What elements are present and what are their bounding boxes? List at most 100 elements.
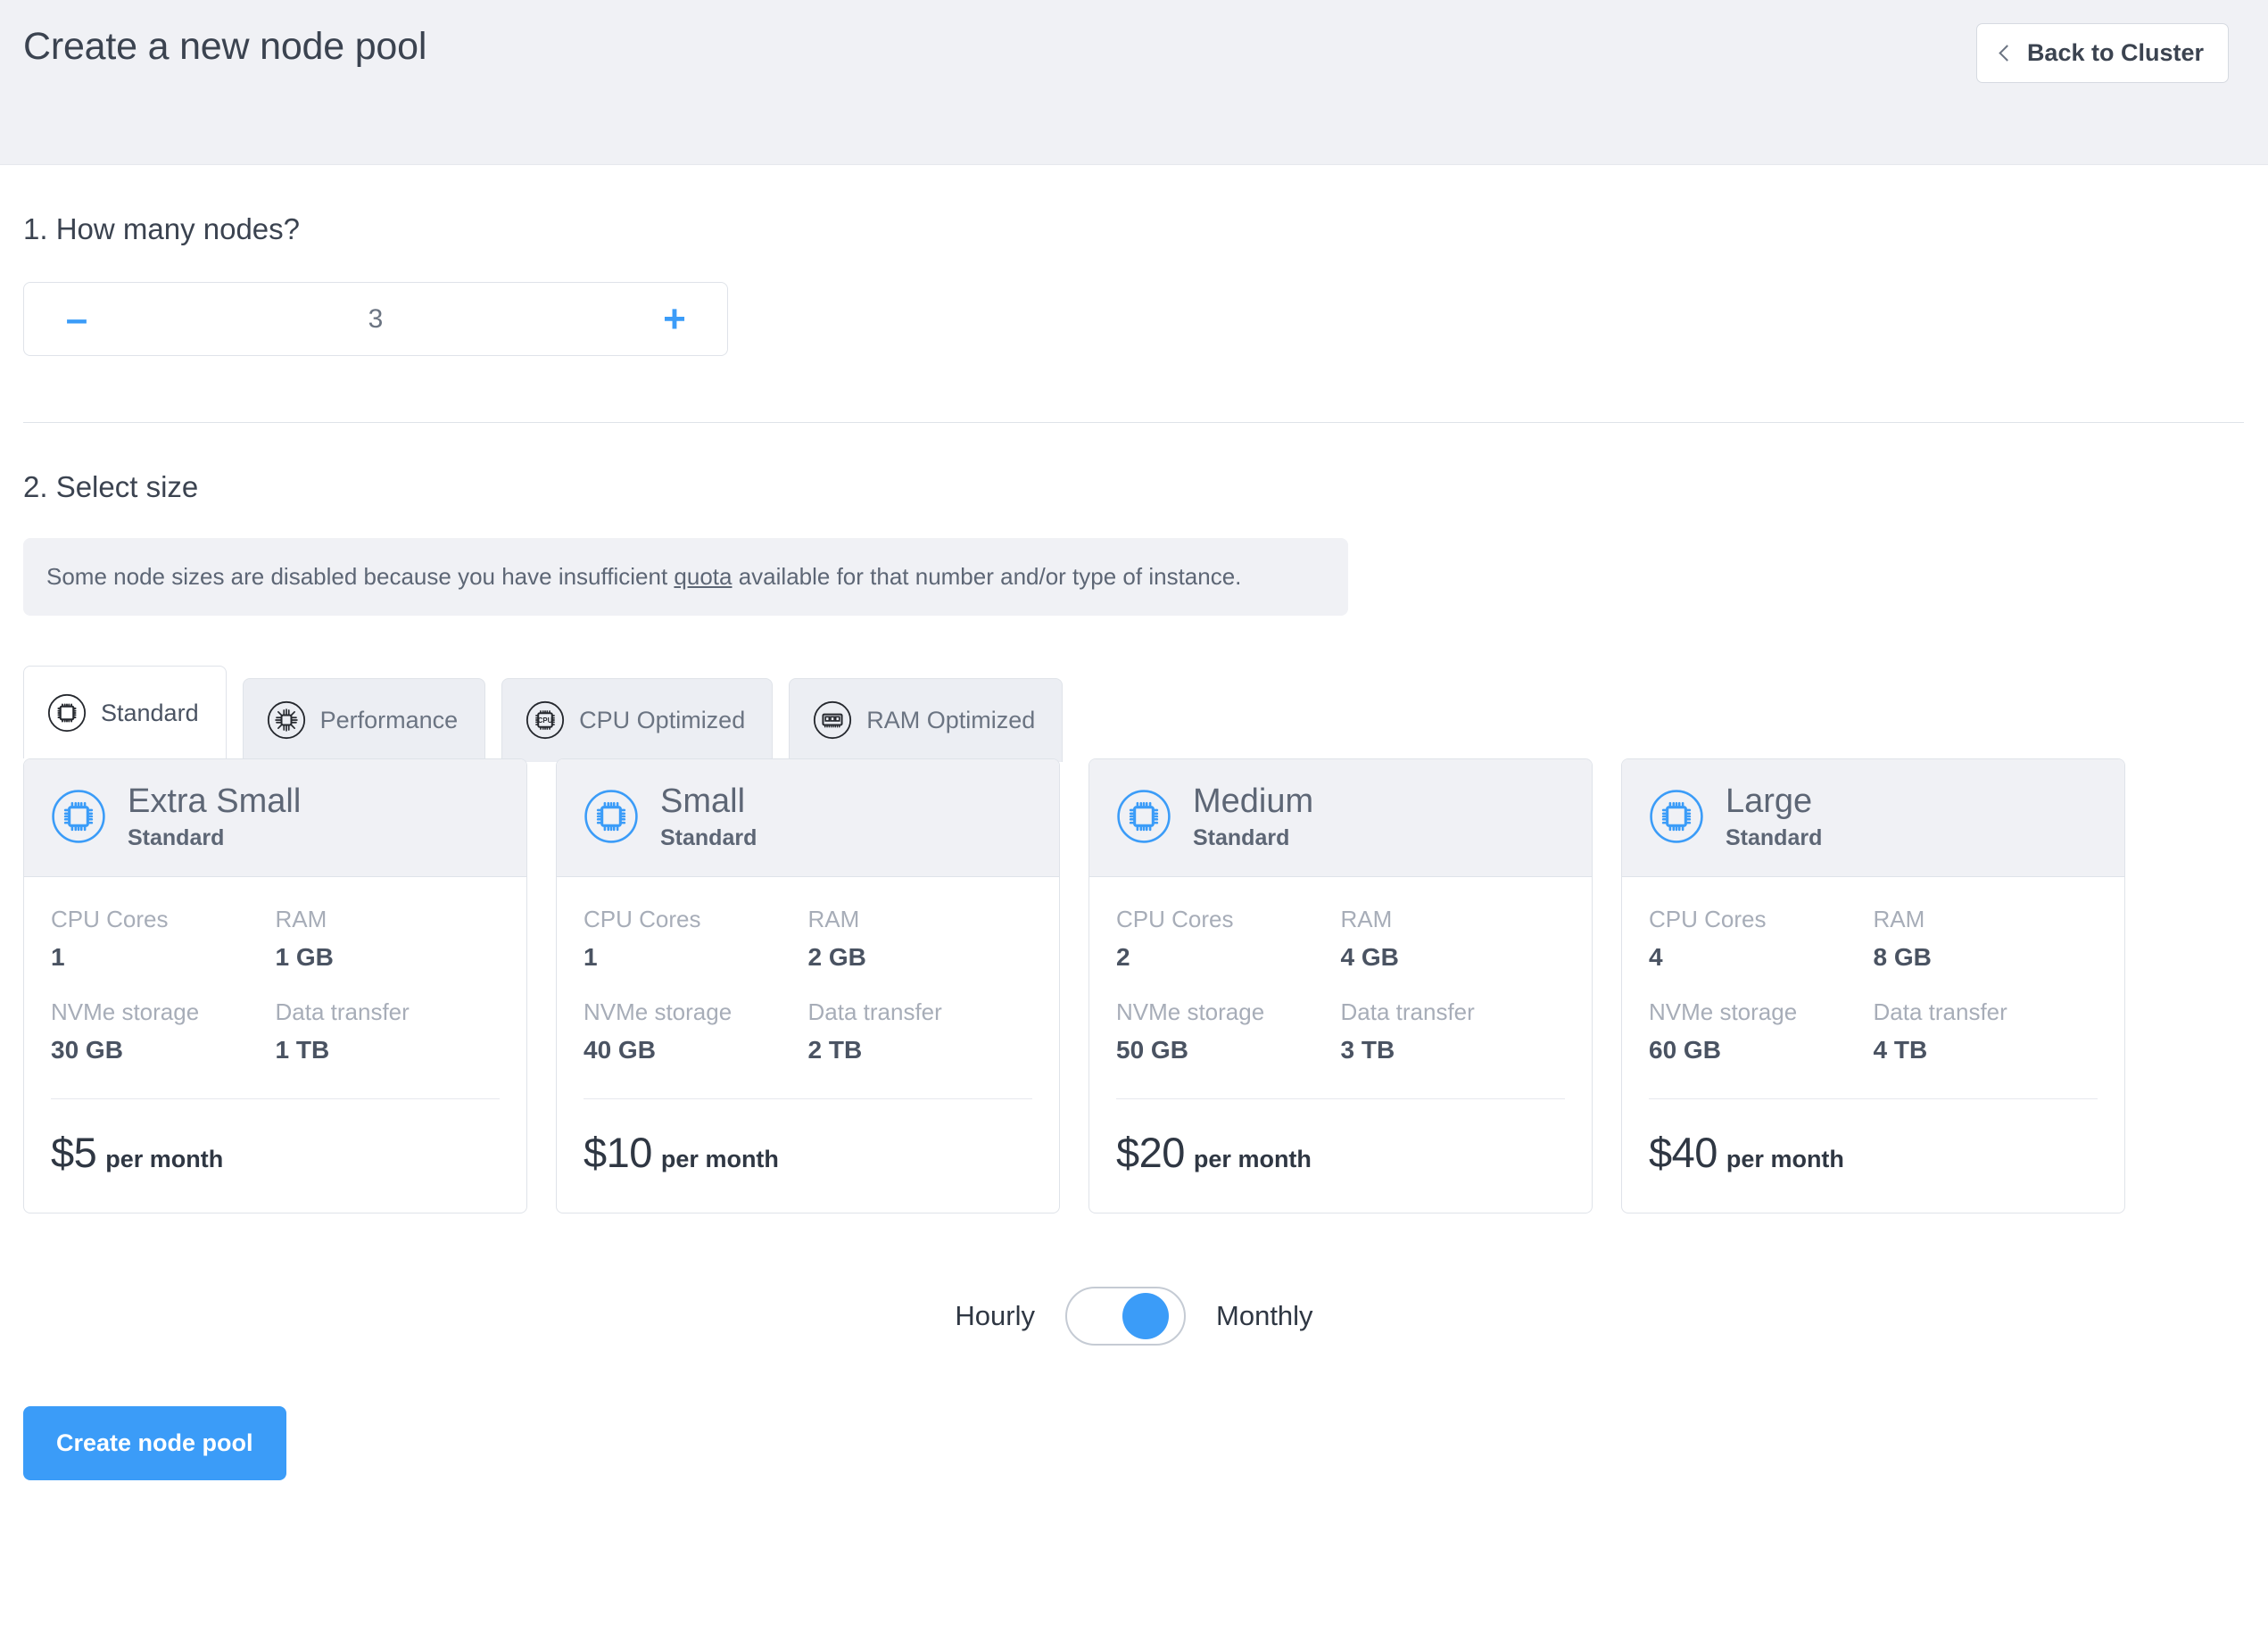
spec-storage: NVMe storage 50 GB [1116,998,1341,1064]
card-price: $10 per month [584,1128,1032,1186]
spec-grid: CPU Cores 1 RAM 2 GB NVMe storage 40 GB … [584,906,1032,1064]
spec-transfer-value: 1 TB [275,1035,330,1064]
billing-monthly-label[interactable]: Monthly [1216,1300,1313,1332]
card-separator [584,1097,1032,1099]
node-size-card[interactable]: Small Standard CPU Cores 1 RAM 2 GB NVMe… [556,758,1060,1213]
spec-transfer-value: 3 TB [1340,1035,1395,1064]
node-size-card[interactable]: Large Standard CPU Cores 4 RAM 8 GB NVMe… [1621,758,2125,1213]
card-price-period: per month [1726,1145,1844,1172]
spec-cpu-value: 2 [1116,942,1130,971]
card-body: CPU Cores 1 RAM 2 GB NVMe storage 40 GB … [557,877,1059,1213]
create-node-pool-button[interactable]: Create node pool [23,1405,286,1480]
spec-storage-value: 40 GB [584,1035,656,1064]
spec-storage-value: 30 GB [51,1035,123,1064]
spec-storage-label: NVMe storage [1116,998,1265,1025]
spec-transfer-value: 4 TB [1873,1035,1928,1064]
spec-ram-value: 8 GB [1873,942,1932,971]
spec-transfer-label: Data transfer [275,998,410,1025]
card-subtitle: Standard [1193,824,1290,850]
tab-cpu-optimized[interactable]: CPU CPU Optimized [501,678,774,763]
spec-cpu-value: 1 [584,942,598,971]
spec-storage-value: 50 GB [1116,1035,1188,1064]
card-price-amount: $5 [51,1128,97,1176]
size-category-tabs: Standard Performance CPU CPU Optimized R… [23,666,2245,763]
quota-notice-text-before: Some node sizes are disabled because you… [46,563,675,590]
node-size-card[interactable]: Medium Standard CPU Cores 2 RAM 4 GB NVM… [1088,758,1593,1213]
spec-ram: RAM 4 GB [1341,906,1566,972]
tab-standard-label: Standard [101,699,199,726]
chip-icon [47,694,87,733]
spec-storage: NVMe storage 30 GB [51,998,276,1064]
tab-standard[interactable]: Standard [23,666,227,759]
tab-ram-optimized[interactable]: RAM Optimized [789,678,1064,763]
page-title: Create a new node pool [23,25,427,68]
node-count-value[interactable]: 3 [97,304,654,335]
billing-period-switch[interactable] [1065,1286,1187,1346]
back-to-cluster-button[interactable]: Back to Cluster [1975,23,2229,83]
tab-ram-optimized-label: RAM Optimized [866,706,1036,733]
spec-storage-label: NVMe storage [584,998,733,1025]
card-price: $20 per month [1116,1128,1565,1186]
chip-icon [1117,790,1171,844]
quota-link[interactable]: quota [674,563,732,590]
card-price-period: per month [105,1145,224,1172]
back-to-cluster-label: Back to Cluster [2026,39,2204,66]
card-title: Medium [1193,783,1314,821]
card-header: Extra Small Standard [24,759,526,877]
spec-cpu-label: CPU Cores [584,905,701,932]
card-price: $40 per month [1649,1128,2098,1186]
spec-grid: CPU Cores 1 RAM 1 GB NVMe storage 30 GB … [51,906,500,1064]
spec-ram-value: 1 GB [275,942,334,971]
increment-nodes-button[interactable]: + [654,299,695,339]
spec-transfer-label: Data transfer [1873,998,2007,1025]
spec-storage: NVMe storage 60 GB [1649,998,1874,1064]
spec-transfer: Data transfer 2 TB [808,998,1033,1064]
spec-ram-value: 2 GB [807,942,866,971]
decrement-nodes-button[interactable]: – [56,299,97,339]
memory-module-icon [814,701,852,740]
card-title: Small [660,783,746,821]
card-subtitle: Standard [128,824,225,850]
spec-cpu-value: 1 [51,942,65,971]
card-separator [51,1097,500,1099]
spec-cpu-value: 4 [1649,942,1663,971]
card-header: Small Standard [557,759,1059,877]
spec-transfer: Data transfer 1 TB [276,998,501,1064]
spec-ram: RAM 2 GB [808,906,1033,972]
node-size-card[interactable]: Extra Small Standard CPU Cores 1 RAM 1 G… [23,758,527,1213]
section-divider [23,422,2244,423]
submit-row: Create node pool [23,1405,2245,1534]
quota-notice: Some node sizes are disabled because you… [23,538,1348,617]
spec-transfer: Data transfer 3 TB [1341,998,1566,1064]
billing-hourly-label[interactable]: Hourly [955,1300,1035,1332]
card-separator [1116,1097,1565,1099]
card-subtitle: Standard [660,824,757,850]
tab-performance[interactable]: Performance [242,678,486,763]
spec-storage-label: NVMe storage [51,998,200,1025]
spec-transfer-label: Data transfer [1340,998,1475,1025]
card-separator [1649,1097,2098,1099]
spec-cpu: CPU Cores 2 [1116,906,1341,972]
card-title: Large [1726,783,1813,821]
spec-grid: CPU Cores 2 RAM 4 GB NVMe storage 50 GB … [1116,906,1565,1064]
cpu-chip-icon: CPU [526,701,565,740]
card-price: $5 per month [51,1128,500,1186]
spec-cpu: CPU Cores 4 [1649,906,1874,972]
node-count-stepper[interactable]: – 3 + [23,282,728,356]
chip-burst-icon [267,701,305,740]
card-price-period: per month [660,1145,779,1172]
chip-icon [52,790,105,844]
spec-transfer-label: Data transfer [807,998,942,1025]
spec-cpu: CPU Cores 1 [51,906,276,972]
spec-transfer-value: 2 TB [807,1035,863,1064]
quota-notice-text-after: available for that number and/or type of… [732,563,1242,590]
card-title: Extra Small [128,783,302,821]
spec-ram-label: RAM [1873,905,1925,932]
tab-performance-label: Performance [319,706,459,733]
svg-text:CPU: CPU [538,716,553,725]
spec-cpu: CPU Cores 1 [584,906,808,972]
card-price-amount: $10 [584,1128,652,1176]
spec-storage-value: 60 GB [1649,1035,1721,1064]
spec-ram-label: RAM [275,905,327,932]
node-count-heading: 1. How many nodes? [23,212,301,245]
